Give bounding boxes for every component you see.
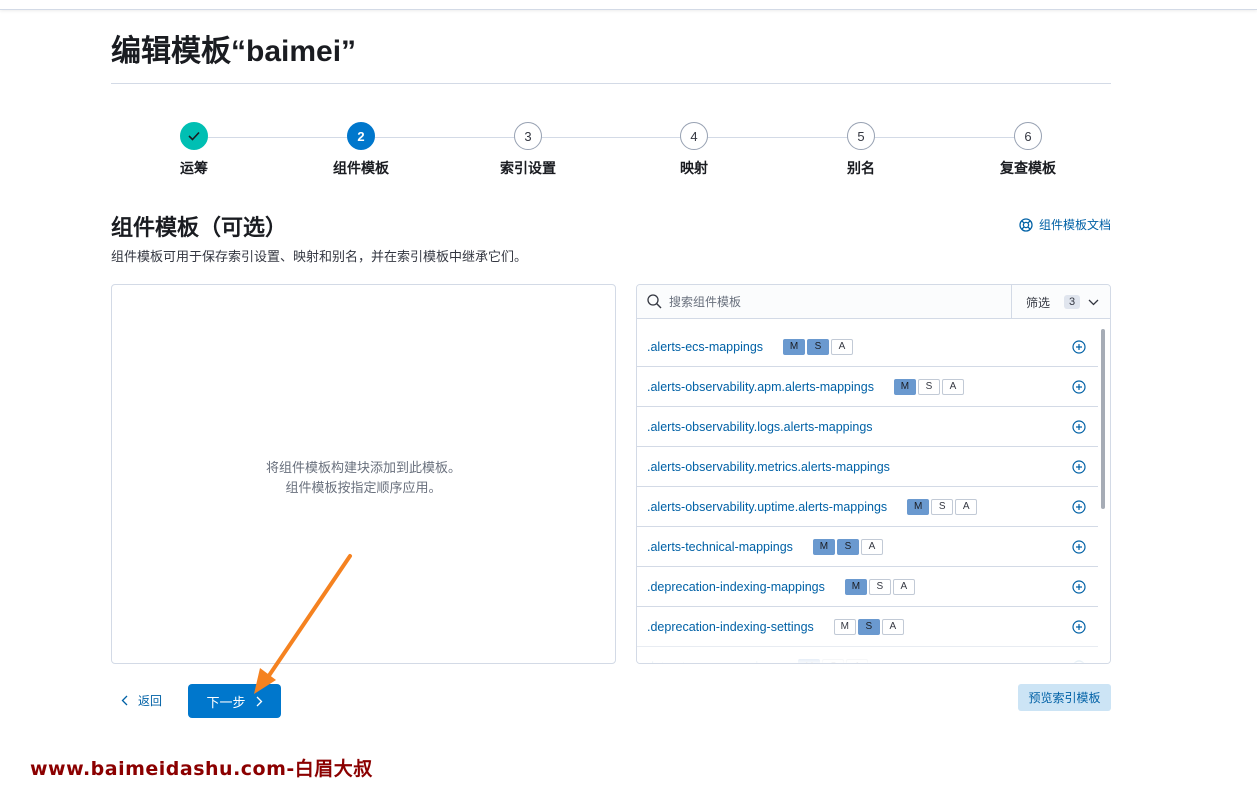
page-title: 编辑模板“baimei” xyxy=(111,35,357,68)
template-badges: MSA xyxy=(893,378,964,395)
template-badge: S xyxy=(931,498,954,515)
step-number: 6 xyxy=(1014,122,1042,150)
step-review-template[interactable]: 6 复查模板 xyxy=(968,122,1088,178)
plus-circle-icon[interactable] xyxy=(1072,460,1086,474)
template-name-link[interactable]: .deprecation-indexing-settings xyxy=(647,620,814,634)
template-name-link[interactable]: .alerts-observability.uptime.alerts-mapp… xyxy=(647,500,887,514)
template-name-link[interactable]: .deprecation-indexing-mappings xyxy=(647,580,825,594)
preview-index-template-button[interactable]: 预览索引模板 xyxy=(1018,684,1111,711)
plus-circle-icon[interactable] xyxy=(1072,500,1086,514)
list-fade-overlay xyxy=(637,637,1110,663)
list-item[interactable]: .alerts-observability.uptime.alerts-mapp… xyxy=(637,487,1098,527)
template-badges: MSA xyxy=(783,338,854,355)
top-header-bar xyxy=(0,0,1257,10)
section-title: 组件模板（可选） xyxy=(111,215,288,240)
template-badges: MSA xyxy=(812,538,883,555)
watermark-text: www.baimeidashu.com-白眉大叔 xyxy=(30,758,373,780)
list-item[interactable]: .alerts-observability.apm.alerts-mapping… xyxy=(637,367,1098,407)
step-number: 4 xyxy=(680,122,708,150)
stepper: 运筹 2 组件模板 3 索引设置 4 映射 5 别名 6 复查模板 xyxy=(111,122,1111,182)
template-name-link[interactable]: .alerts-technical-mappings xyxy=(647,540,793,554)
lifebuoy-icon xyxy=(1019,217,1033,232)
plus-circle-icon[interactable] xyxy=(1072,380,1086,394)
step-label: 组件模板 xyxy=(333,160,389,176)
template-badge: M xyxy=(812,538,835,555)
step-index-settings[interactable]: 3 索引设置 xyxy=(468,122,588,178)
filter-label: 筛选 xyxy=(1026,295,1051,310)
list-scrollbar[interactable] xyxy=(1101,329,1105,509)
back-button-label: 返回 xyxy=(138,693,163,708)
template-badge: M xyxy=(907,498,930,515)
plus-circle-icon[interactable] xyxy=(1072,340,1086,354)
step-number: 3 xyxy=(514,122,542,150)
template-badges: MSA xyxy=(907,498,978,515)
template-badge: S xyxy=(868,578,891,595)
list-item[interactable]: .alerts-ecs-mappings M S A xyxy=(637,327,1098,367)
step-component-templates[interactable]: 2 组件模板 xyxy=(301,122,421,178)
template-badge: A xyxy=(831,338,854,355)
chevron-right-icon xyxy=(256,696,262,706)
template-badge: M xyxy=(893,378,916,395)
templates-list: .alerts-ecs-mappings M S A .alerts-observabi… xyxy=(637,327,1098,663)
step-logistics[interactable]: 运筹 xyxy=(134,122,254,178)
template-badge: S xyxy=(917,378,940,395)
docs-link-label: 组件模板文档 xyxy=(1038,218,1111,232)
next-step-button[interactable]: 下一步 xyxy=(188,684,281,718)
search-input[interactable] xyxy=(669,291,999,313)
step-mappings[interactable]: 4 映射 xyxy=(634,122,754,178)
step-label: 索引设置 xyxy=(500,160,556,176)
template-badges: MSA xyxy=(833,618,904,635)
template-badge: S xyxy=(836,538,859,555)
empty-state-line: 将组件模板构建块添加到此模板。 xyxy=(265,460,461,475)
template-name-link[interactable]: .alerts-observability.apm.alerts-mapping… xyxy=(647,380,874,394)
template-badge: A xyxy=(892,578,915,595)
next-button-label: 下一步 xyxy=(206,694,246,710)
template-name-link[interactable]: .alerts-ecs-mappings xyxy=(647,340,763,354)
step-label: 复查模板 xyxy=(1000,160,1056,176)
template-badge: M xyxy=(844,578,867,595)
component-templates-docs-link[interactable]: 组件模板文档 xyxy=(1019,216,1111,233)
list-item[interactable]: .alerts-technical-mappings M S A xyxy=(637,527,1098,567)
list-item[interactable]: .alerts-observability.logs.alerts-mappin… xyxy=(637,407,1098,447)
template-badges: MSA xyxy=(844,578,915,595)
plus-circle-icon[interactable] xyxy=(1072,580,1086,594)
component-templates-list-panel: 筛选 3 .alerts-ecs-mappingsMSA.alerts-obse… xyxy=(636,284,1111,664)
step-number: 2 xyxy=(347,122,375,150)
step-label: 映射 xyxy=(680,160,708,176)
list-item[interactable]: .alerts-observability.metrics.alerts-map… xyxy=(637,447,1098,487)
plus-circle-icon[interactable] xyxy=(1072,420,1086,434)
back-button[interactable]: 返回 xyxy=(111,688,162,712)
template-badge: A xyxy=(860,538,883,555)
empty-state-line: 组件模板按指定顺序应用。 xyxy=(285,480,442,495)
template-badge: M xyxy=(833,618,856,635)
empty-state-text: 将组件模板构建块添加到此模板。 组件模板按指定顺序应用。 xyxy=(266,458,461,498)
filter-count-badge: 3 xyxy=(1064,295,1081,309)
template-name-link[interactable]: .alerts-observability.metrics.alerts-map… xyxy=(647,460,890,474)
search-bar: 筛选 3 xyxy=(637,285,1110,319)
template-badge: A xyxy=(881,618,904,635)
step-number: 5 xyxy=(847,122,875,150)
filter-button[interactable]: 筛选 3 xyxy=(1011,285,1110,319)
check-icon xyxy=(180,122,208,150)
step-aliases[interactable]: 5 别名 xyxy=(801,122,921,178)
search-icon xyxy=(647,294,662,309)
template-name-link[interactable]: .alerts-observability.logs.alerts-mappin… xyxy=(647,420,873,434)
template-badge: S xyxy=(857,618,880,635)
step-label: 别名 xyxy=(847,160,875,176)
chevron-down-icon xyxy=(1088,299,1099,305)
title-divider xyxy=(111,83,1111,84)
template-badge: A xyxy=(955,498,978,515)
list-item[interactable]: .deprecation-indexing-mappings M S A xyxy=(637,567,1098,607)
selected-templates-dropzone: 将组件模板构建块添加到此模板。 组件模板按指定顺序应用。 xyxy=(111,284,616,664)
template-badge: A xyxy=(941,378,964,395)
template-badge: M xyxy=(783,338,806,355)
section-description: 组件模板可用于保存索引设置、映射和别名，并在索引模板中继承它们。 xyxy=(111,249,528,264)
step-label: 运筹 xyxy=(180,160,208,176)
plus-circle-icon[interactable] xyxy=(1072,620,1086,634)
plus-circle-icon[interactable] xyxy=(1072,540,1086,554)
chevron-left-icon xyxy=(121,695,128,705)
template-badge: S xyxy=(807,338,830,355)
